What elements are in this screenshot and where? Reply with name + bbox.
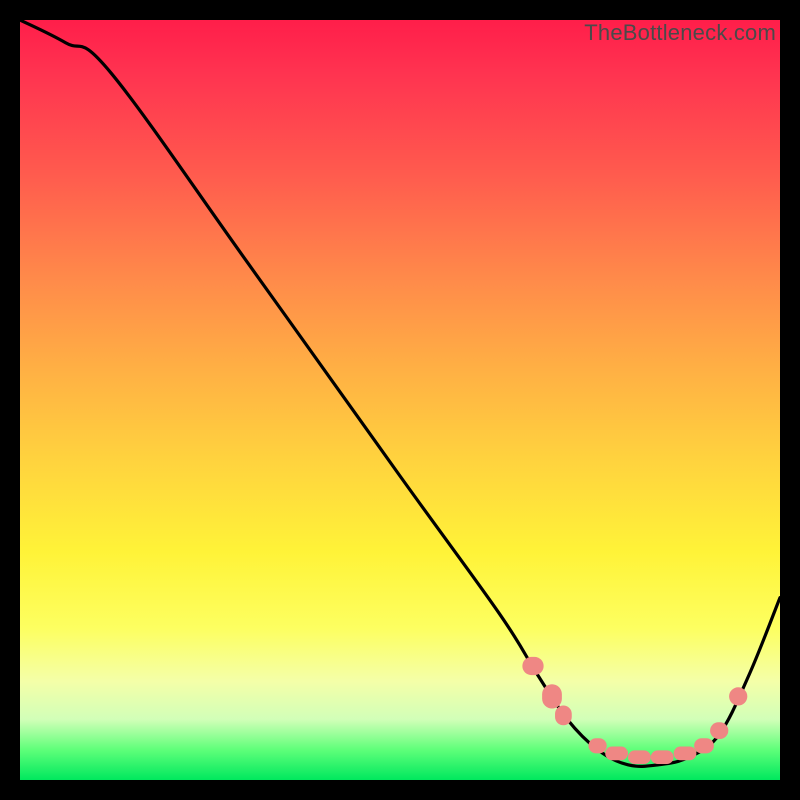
curve-marker bbox=[542, 684, 562, 708]
curve-marker bbox=[555, 706, 572, 726]
bottleneck-chart bbox=[20, 20, 780, 780]
bottleneck-curve-line bbox=[20, 20, 780, 766]
curve-marker bbox=[628, 750, 651, 764]
watermark-label: TheBottleneck.com bbox=[584, 20, 776, 46]
curve-marker bbox=[729, 687, 747, 705]
curve-marker bbox=[694, 738, 714, 753]
curve-marker bbox=[522, 657, 543, 675]
curve-markers bbox=[522, 657, 747, 764]
curve-marker bbox=[674, 747, 697, 761]
curve-marker bbox=[588, 738, 606, 753]
curve-marker bbox=[651, 750, 674, 764]
chart-frame: TheBottleneck.com bbox=[20, 20, 780, 780]
curve-marker bbox=[605, 747, 628, 761]
curve-marker bbox=[710, 722, 728, 739]
